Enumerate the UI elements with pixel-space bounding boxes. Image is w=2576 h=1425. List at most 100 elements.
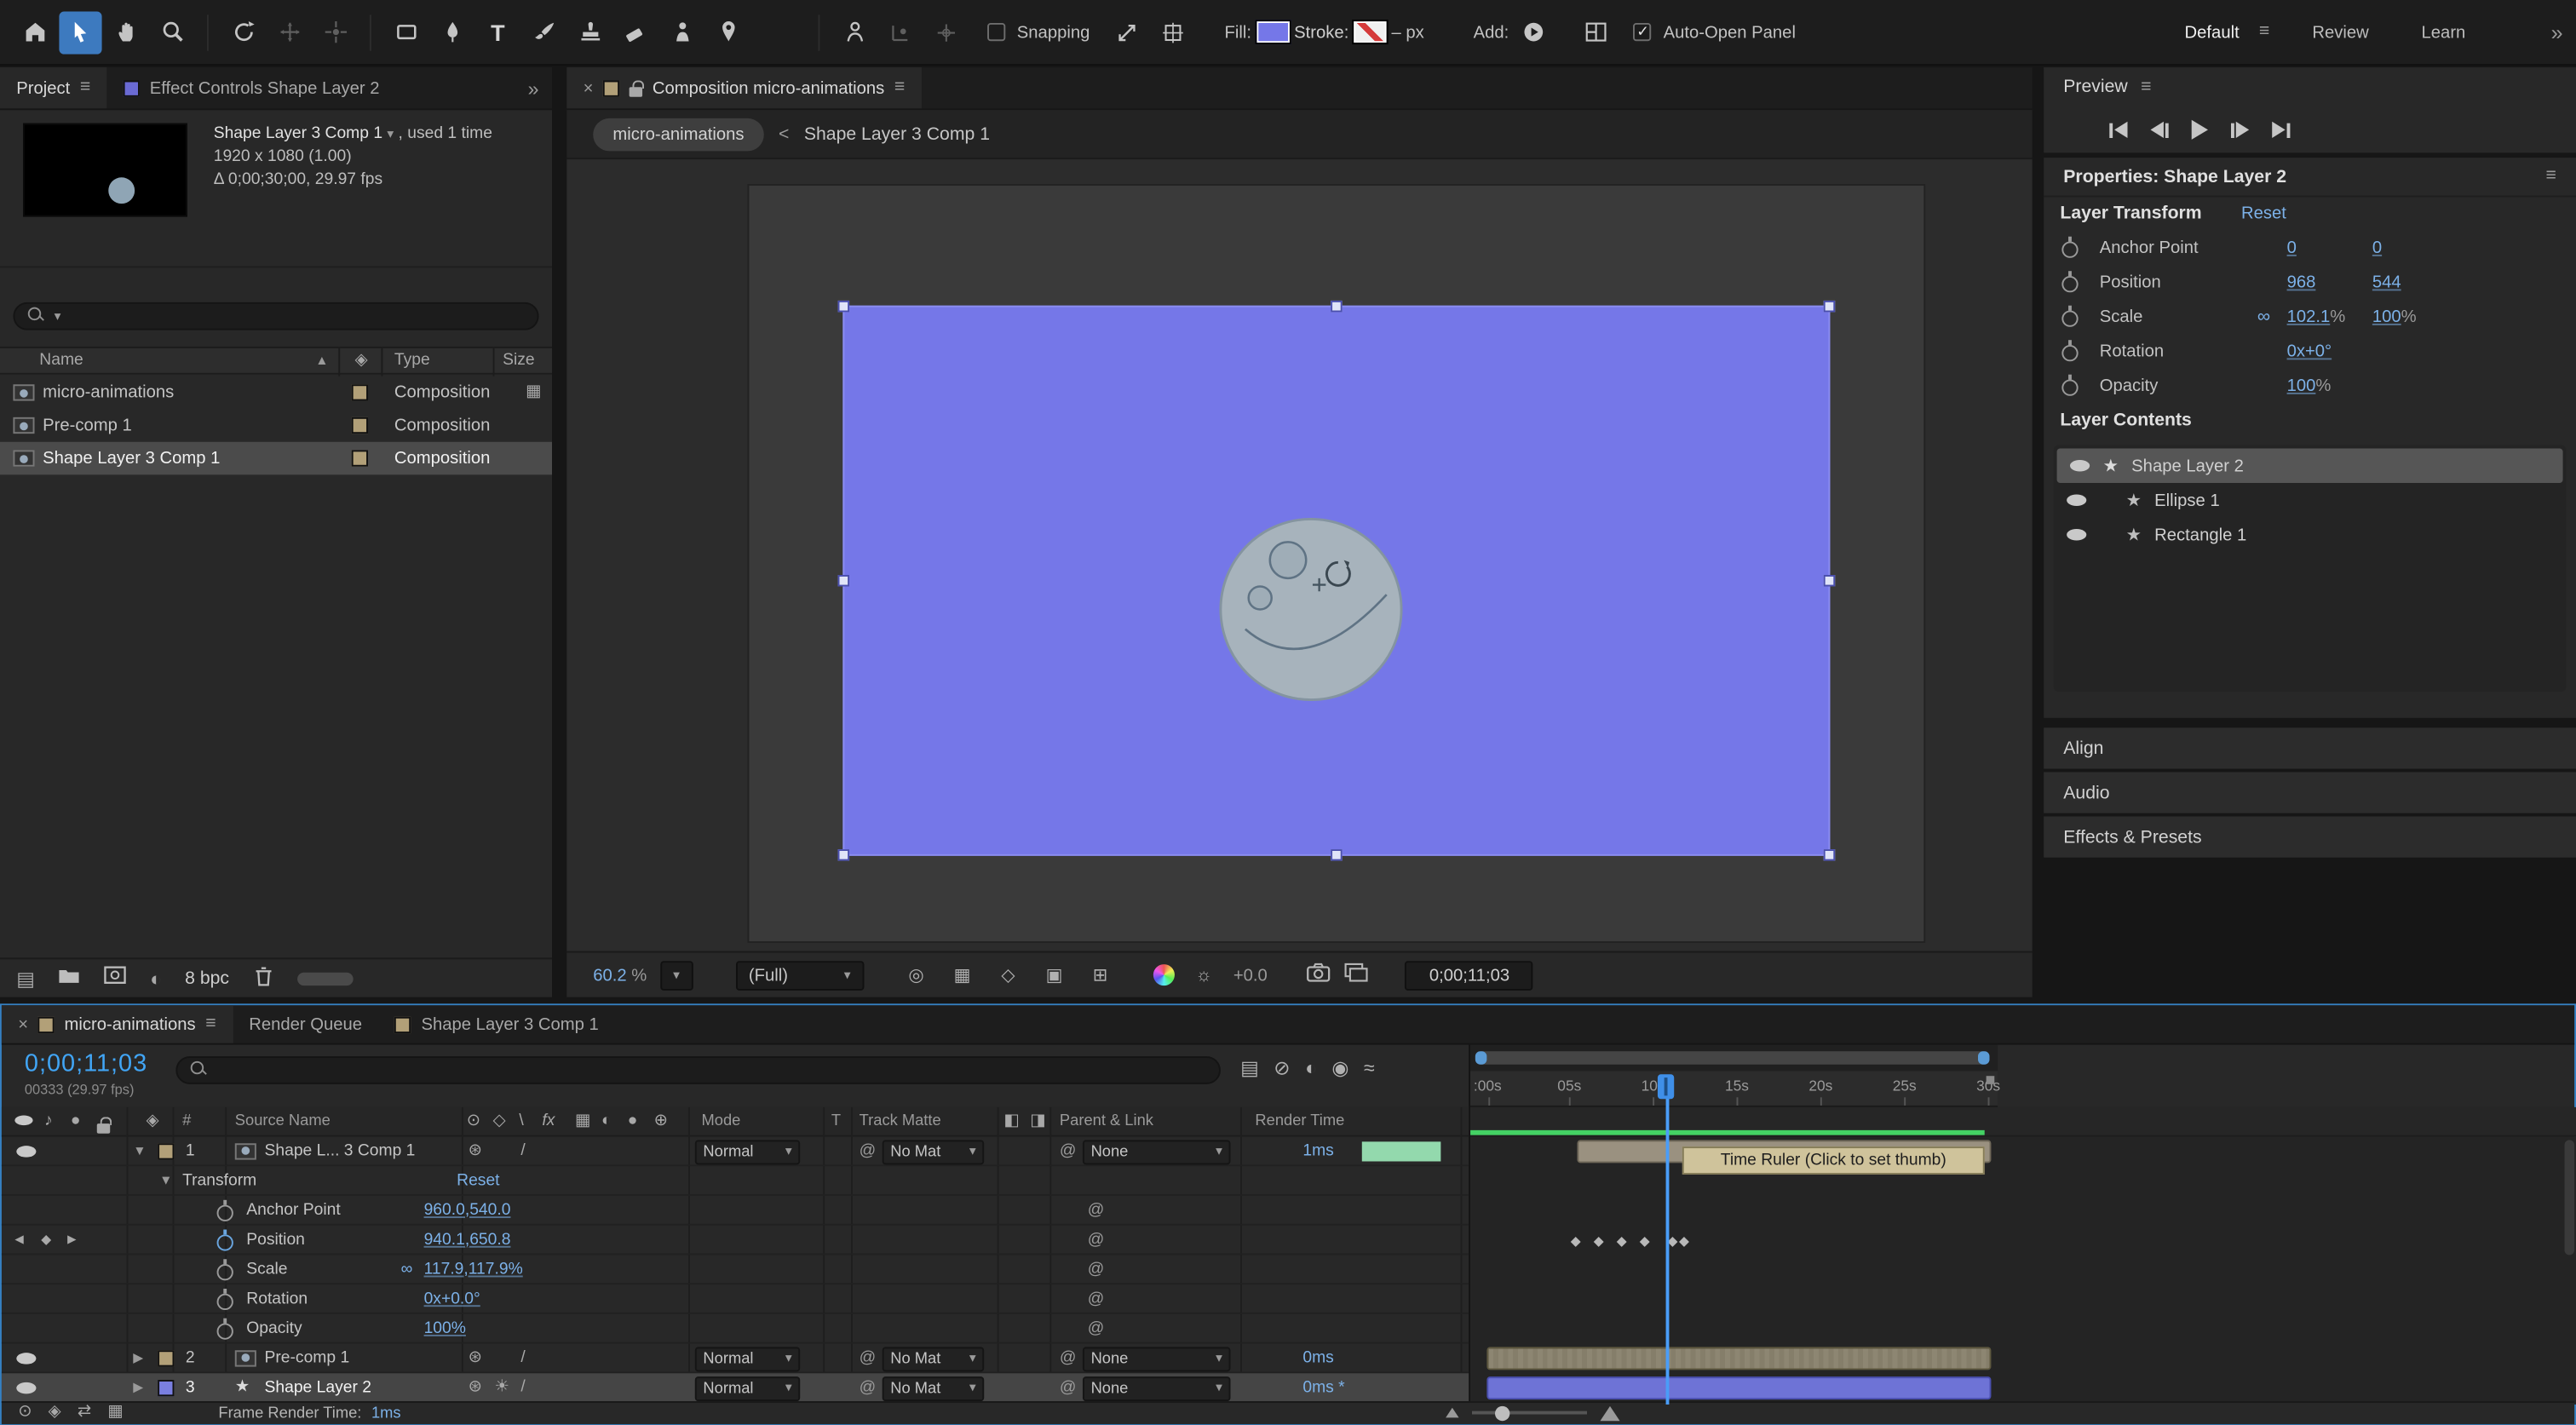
trash-icon[interactable] <box>252 965 273 991</box>
layer-color-swatch[interactable] <box>158 1379 174 1395</box>
panel-menu-icon[interactable]: ≡ <box>205 1015 216 1033</box>
preview-timecode[interactable]: 0;00;11;03 <box>1406 960 1533 990</box>
keyframe-icon[interactable]: ◆ <box>1667 1233 1677 1248</box>
zoom-slider-knob[interactable] <box>1495 1405 1509 1420</box>
property-pickwhip-icon[interactable]: @ <box>1088 1290 1105 1307</box>
label-swatch[interactable] <box>352 450 368 466</box>
layer-name[interactable]: Pre-comp 1 <box>264 1348 349 1366</box>
visibility-eye-icon[interactable] <box>16 1352 36 1364</box>
anchor-point-value[interactable]: 960.0,540.0 <box>424 1201 511 1219</box>
col-size[interactable]: Size <box>503 352 535 370</box>
opacity-value[interactable]: 100% <box>424 1319 466 1337</box>
workspace-learn[interactable]: Learn <box>2412 22 2475 42</box>
keyframe-icon[interactable]: ◆ <box>1640 1233 1650 1248</box>
home-icon[interactable] <box>13 11 55 54</box>
matte-pickwhip-icon[interactable]: @ <box>860 1141 877 1159</box>
show-snapshot-icon[interactable] <box>1344 962 1369 987</box>
shape-preview[interactable] <box>1196 494 1426 724</box>
workspace-menu-icon[interactable]: ≡ <box>2259 23 2269 41</box>
prev-keyframe-icon[interactable]: ◀ <box>14 1233 23 1245</box>
quality-switch[interactable]: ☀ <box>494 1379 509 1395</box>
rasterize-switch[interactable]: / <box>520 1349 525 1365</box>
stopwatch-icon[interactable] <box>2060 237 2079 258</box>
scale-row[interactable]: Scale ∞ 117.9,117.9% @ <box>2 1255 1469 1284</box>
last-frame-button[interactable] <box>2272 122 2290 138</box>
frame-blending-icon[interactable]: ◐ <box>1305 1056 1317 1079</box>
exposure-value[interactable]: +0.0 <box>1233 965 1268 985</box>
mask-visibility-icon[interactable]: ◇ <box>992 960 1025 990</box>
navigator-start-handle[interactable] <box>1475 1051 1487 1064</box>
matte-pickwhip-icon[interactable]: @ <box>860 1378 877 1396</box>
item-name[interactable]: Shape Layer 3 Comp 1 <box>43 448 220 468</box>
panel-resize-pill[interactable] <box>296 972 353 985</box>
tab-shape-layer-3-comp-1[interactable]: Shape Layer 3 Comp 1 <box>378 1005 615 1043</box>
parent-dropdown[interactable]: None ▾ <box>1083 1346 1231 1370</box>
item-dropdown-icon[interactable]: ▾ <box>387 126 394 141</box>
tab-overflow-icon[interactable]: » <box>528 78 539 98</box>
stopwatch-icon[interactable] <box>216 1318 235 1339</box>
position-x-value[interactable]: 968 <box>2287 272 2316 291</box>
rotation-row[interactable]: Rotation 0x+0.0° @ <box>2 1284 1469 1314</box>
grid-axis-icon[interactable] <box>925 11 968 54</box>
track-matte-dropdown[interactable]: No Mat ▾ <box>883 1376 985 1400</box>
next-frame-button[interactable] <box>2231 122 2249 138</box>
position-y-value[interactable]: 544 <box>2372 272 2401 291</box>
resize-handle[interactable] <box>1331 301 1343 313</box>
blend-mode-dropdown[interactable]: Normal ▾ <box>695 1139 800 1164</box>
layer-color-swatch[interactable] <box>158 1142 174 1158</box>
layer-bar-pre-comp-1[interactable] <box>1486 1347 1991 1370</box>
property-pickwhip-icon[interactable]: @ <box>1088 1260 1105 1278</box>
close-icon[interactable]: × <box>18 1014 28 1034</box>
panel-menu-icon[interactable]: ≡ <box>894 79 905 97</box>
timeline-zoom-slider[interactable] <box>1472 1411 1587 1415</box>
layer-color-swatch[interactable] <box>158 1349 174 1365</box>
hand-tool[interactable] <box>105 11 147 54</box>
stopwatch-icon[interactable] <box>216 1258 235 1279</box>
current-timecode[interactable]: 0;00;11;03 <box>25 1049 147 1077</box>
playhead-handle[interactable] <box>1658 1074 1674 1099</box>
resize-handle[interactable] <box>838 301 850 313</box>
keyframe-icon[interactable]: ◆ <box>1594 1233 1604 1248</box>
stopwatch-icon[interactable] <box>2060 306 2079 327</box>
resize-handle[interactable] <box>1824 301 1836 313</box>
resize-handle[interactable] <box>838 849 850 860</box>
playhead-line[interactable] <box>1666 1077 1669 1405</box>
transparency-grid-icon[interactable]: ▦ <box>946 960 979 990</box>
grid-guides-icon[interactable]: ⊞ <box>1084 960 1117 990</box>
blend-mode-dropdown[interactable]: Normal ▾ <box>695 1346 800 1370</box>
collapse-switch[interactable]: ⊛ <box>469 1142 482 1158</box>
zoom-value[interactable]: 60.2 <box>593 965 626 985</box>
eraser-tool[interactable] <box>614 11 657 54</box>
stopwatch-icon[interactable] <box>2060 271 2079 292</box>
previous-frame-button[interactable] <box>2150 122 2168 138</box>
rotation-tool[interactable] <box>221 11 264 54</box>
time-ruler[interactable]: :00s 05s 10s 15s 20s 25s 30s <box>1470 1071 1998 1106</box>
rasterize-switch[interactable]: / <box>520 1379 525 1395</box>
collapse-switch-icon[interactable]: ◇ <box>493 1114 506 1130</box>
search-options-icon[interactable]: ▾ <box>55 310 61 323</box>
transform-group-row[interactable]: ▼ Transform Reset <box>2 1166 1469 1196</box>
link-scale-icon[interactable]: ∞ <box>2257 307 2287 326</box>
workspace-default[interactable]: Default <box>2175 22 2249 42</box>
navigator-bar[interactable] <box>1475 1051 1990 1064</box>
twirl-icon[interactable]: ▶ <box>133 1351 143 1364</box>
motion-blur-switch-icon[interactable]: ◐ <box>601 1114 612 1130</box>
layer-name[interactable]: Shape L... 3 Comp 1 <box>264 1141 415 1159</box>
tracks-scrollbar[interactable] <box>2564 1140 2574 1255</box>
tab-timeline-micro-animations[interactable]: × micro-animations ≡ <box>2 1005 233 1043</box>
layer-row-2[interactable]: ▶ 2 Pre-comp 1 ⊛ / Normal ▾ @ No Mat ▾ @… <box>2 1344 1469 1374</box>
parent-pickwhip-icon[interactable]: @ <box>1060 1141 1077 1159</box>
lock-icon[interactable] <box>630 86 642 96</box>
parent-pickwhip-icon[interactable]: @ <box>1060 1348 1077 1366</box>
fx-switch-icon[interactable]: fx <box>542 1114 555 1130</box>
fill-label[interactable]: Fill: <box>1225 22 1252 42</box>
project-row-pre-comp-1[interactable]: Pre-comp 1 Composition <box>0 409 552 442</box>
transform-reset-button[interactable]: Reset <box>2241 204 2286 223</box>
layer-bar-shape-layer-2[interactable] <box>1486 1376 1991 1399</box>
panel-menu-icon[interactable]: ≡ <box>2141 78 2151 96</box>
keyframe-icon[interactable]: ◆ <box>1679 1233 1689 1248</box>
position-value[interactable]: 940.1,650.8 <box>424 1230 511 1248</box>
channel-wheel-icon[interactable] <box>1153 964 1174 985</box>
status-icon-1[interactable]: ⊙ <box>18 1405 32 1421</box>
blend-mode-dropdown[interactable]: Normal ▾ <box>695 1376 800 1400</box>
